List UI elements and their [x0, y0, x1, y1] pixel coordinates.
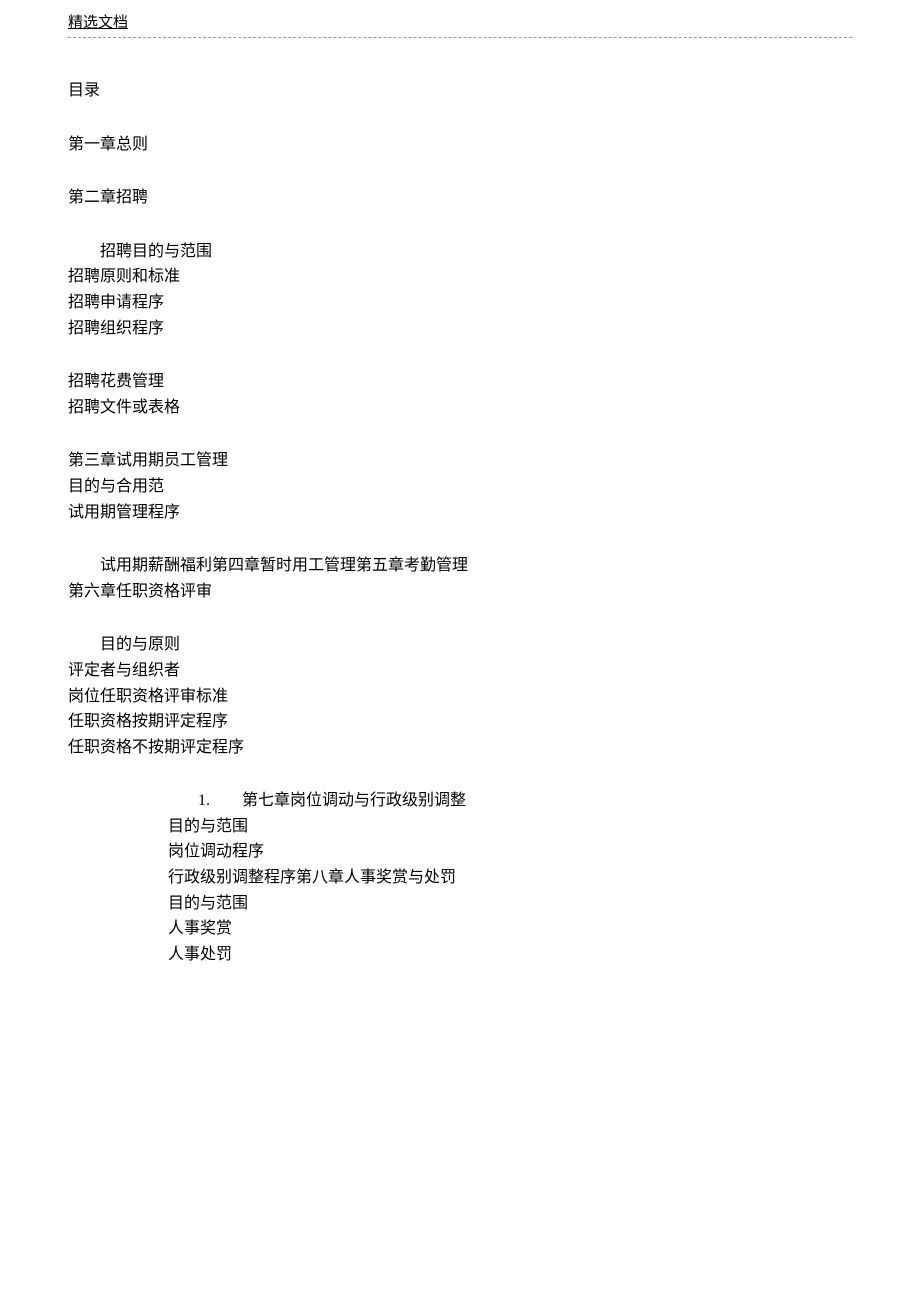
chapter2-item1: 招聘目的与范围 [68, 239, 852, 265]
header-link[interactable]: 精选文档 [68, 11, 128, 35]
list-item6: 人事处罚 [168, 942, 852, 968]
chapter3-block1: 第三章试用期员工管理 目的与合用范 试用期管理程序 [68, 448, 852, 525]
list-item3: 行政级别调整程序第八章人事奖赏与处罚 [168, 865, 852, 891]
chapter3-item2: 试用期管理程序 [68, 500, 852, 526]
chapter6-item2: 评定者与组织者 [68, 658, 852, 684]
list-first-line: 1. 第七章岗位调动与行政级别调整 [168, 788, 852, 814]
chapter3-combined-line: 试用期薪酬福利第四章暂时用工管理第五章考勤管理 [68, 553, 852, 579]
chapter2-items-block1: 招聘目的与范围 招聘原则和标准 招聘申请程序 招聘组织程序 [68, 239, 852, 341]
list-item4: 目的与范围 [168, 891, 852, 917]
toc-title-section: 目录 [68, 78, 852, 104]
chapter3-block2: 试用期薪酬福利第四章暂时用工管理第五章考勤管理 第六章任职资格评审 [68, 553, 852, 604]
chapter2-title: 第二章招聘 [68, 185, 852, 211]
chapter7-title: 第七章岗位调动与行政级别调整 [242, 792, 466, 809]
chapter6-item1: 目的与原则 [68, 632, 852, 658]
chapter2-items-block2: 招聘花费管理 招聘文件或表格 [68, 369, 852, 420]
chapter3-title: 第三章试用期员工管理 [68, 448, 852, 474]
numbered-list-block: 1. 第七章岗位调动与行政级别调整 目的与范围 岗位调动程序 行政级别调整程序第… [68, 788, 852, 967]
chapter6-item4: 任职资格按期评定程序 [68, 709, 852, 735]
chapter2-item2: 招聘原则和标准 [68, 264, 852, 290]
chapter6-title: 第六章任职资格评审 [68, 579, 852, 605]
chapter2-title-section: 第二章招聘 [68, 185, 852, 211]
chapter6-items: 目的与原则 评定者与组织者 岗位任职资格评审标准 任职资格按期评定程序 任职资格… [68, 632, 852, 760]
header-divider [68, 37, 852, 38]
chapter3-item1: 目的与合用范 [68, 474, 852, 500]
chapter2-item5: 招聘花费管理 [68, 369, 852, 395]
list-item5: 人事奖赏 [168, 916, 852, 942]
chapter6-item3: 岗位任职资格评审标准 [68, 684, 852, 710]
list-item2: 岗位调动程序 [168, 839, 852, 865]
list-item1: 目的与范围 [168, 814, 852, 840]
chapter2-item4: 招聘组织程序 [68, 316, 852, 342]
chapter2-item3: 招聘申请程序 [68, 290, 852, 316]
chapter1-section: 第一章总则 [68, 132, 852, 158]
chapter6-item5: 任职资格不按期评定程序 [68, 735, 852, 761]
chapter2-item6: 招聘文件或表格 [68, 395, 852, 421]
list-number: 1. [198, 788, 238, 814]
toc-title: 目录 [68, 78, 852, 104]
chapter1-title: 第一章总则 [68, 132, 852, 158]
